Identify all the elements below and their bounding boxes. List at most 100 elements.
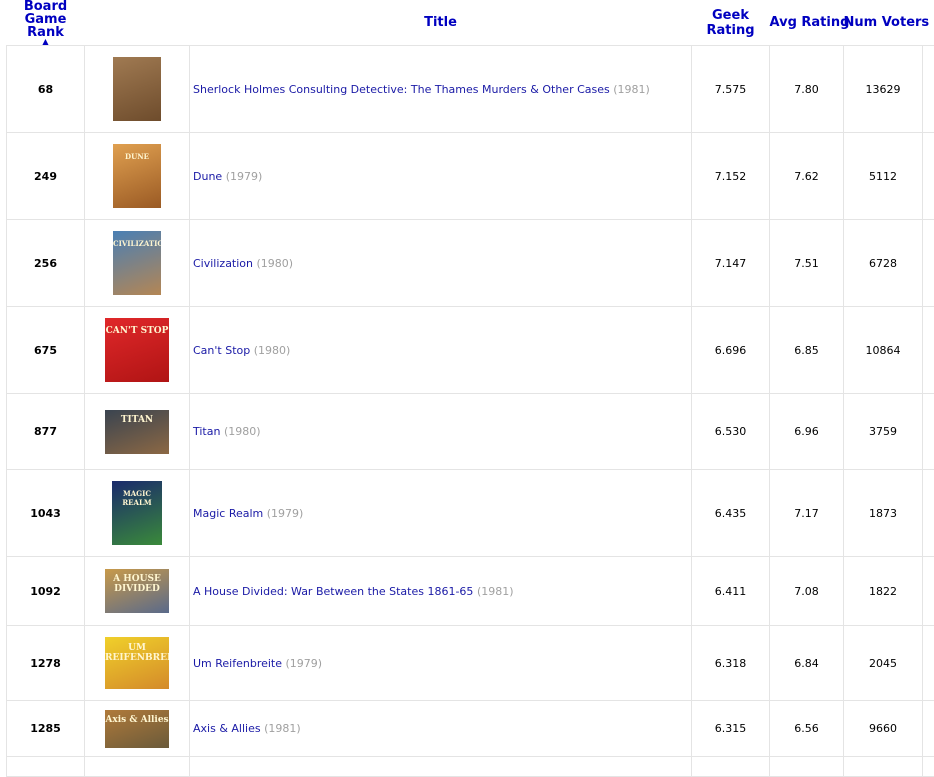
thumbnail-cell: CIVILIZATION <box>85 220 190 307</box>
game-title-link[interactable]: Sherlock Holmes Consulting Detective: Th… <box>193 83 610 96</box>
extra-cell <box>923 626 934 701</box>
title-cell: Titan (1980) <box>190 394 692 470</box>
title-cell: Magic Realm (1979) <box>190 470 692 557</box>
thumbnail-cell <box>85 46 190 133</box>
rank-cell: 1092 <box>7 557 85 626</box>
header-row: Board Game Rank ▲ Title Geek Rating Avg … <box>7 0 934 46</box>
table-row: 877 TITAN Titan (1980) 6.530 6.96 3759 <box>7 394 934 470</box>
geek-rating-cell: 7.152 <box>692 133 770 220</box>
num-voters-cell: 10864 <box>844 307 923 394</box>
title-cell: Civilization (1980) <box>190 220 692 307</box>
extra-cell <box>923 133 934 220</box>
game-year: (1981) <box>264 722 301 735</box>
empty-cell <box>923 757 934 777</box>
game-thumbnail[interactable] <box>113 57 161 121</box>
extra-cell <box>923 220 934 307</box>
table-row: 68 Sherlock Holmes Consulting Detective:… <box>7 46 934 133</box>
avg-rating-cell: 7.17 <box>770 470 844 557</box>
game-title-link[interactable]: Titan <box>193 425 220 438</box>
empty-cell <box>844 757 923 777</box>
game-year: (1981) <box>613 83 650 96</box>
avg-rating-cell: 6.85 <box>770 307 844 394</box>
geek-rating-cell: 6.315 <box>692 701 770 757</box>
game-title-link[interactable]: Dune <box>193 170 222 183</box>
game-title-link[interactable]: Um Reifenbreite <box>193 657 282 670</box>
title-cell: Sherlock Holmes Consulting Detective: Th… <box>190 46 692 133</box>
num-voters-cell: 9660 <box>844 701 923 757</box>
thumbnail-cell: DUNE <box>85 133 190 220</box>
game-year: (1980) <box>257 257 294 270</box>
game-thumbnail[interactable]: DUNE <box>113 144 161 208</box>
num-voters-cell: 6728 <box>844 220 923 307</box>
game-year: (1979) <box>286 657 323 670</box>
extra-cell <box>923 394 934 470</box>
avg-rating-cell: 7.80 <box>770 46 844 133</box>
game-title-link[interactable]: Axis & Allies <box>193 722 261 735</box>
thumbnail-caption: CIVILIZATION <box>113 239 161 248</box>
thumbnail-cell: TITAN <box>85 394 190 470</box>
thumbnail-caption: DUNE <box>113 152 161 161</box>
game-thumbnail[interactable]: TITAN <box>105 410 169 454</box>
table-row <box>7 757 934 777</box>
rank-cell: 68 <box>7 46 85 133</box>
sort-up-icon: ▲ <box>7 39 85 45</box>
game-title-link[interactable]: Magic Realm <box>193 507 263 520</box>
avg-rating-header[interactable]: Avg Rating <box>770 0 844 46</box>
avg-rating-cell: 6.96 <box>770 394 844 470</box>
game-title-link[interactable]: A House Divided: War Between the States … <box>193 585 473 598</box>
extra-cell <box>923 307 934 394</box>
empty-cell <box>85 757 190 777</box>
rank-cell: 1285 <box>7 701 85 757</box>
geek-rating-cell: 6.435 <box>692 470 770 557</box>
rank-header[interactable]: Board Game Rank ▲ <box>7 0 85 46</box>
extra-cell <box>923 557 934 626</box>
num-voters-cell: 1822 <box>844 557 923 626</box>
game-thumbnail[interactable]: MAGIC REALM <box>112 481 162 545</box>
rank-header-line2: Game Rank <box>7 13 85 39</box>
game-thumbnail[interactable]: Axis & Allies <box>105 710 169 748</box>
title-cell: Dune (1979) <box>190 133 692 220</box>
geek-rating-cell: 6.411 <box>692 557 770 626</box>
game-year: (1980) <box>254 344 291 357</box>
game-year: (1979) <box>226 170 263 183</box>
game-thumbnail[interactable]: UM REIFENBREITE <box>105 637 169 689</box>
rank-cell: 675 <box>7 307 85 394</box>
rank-cell: 877 <box>7 394 85 470</box>
rank-cell: 256 <box>7 220 85 307</box>
title-cell: Can't Stop (1980) <box>190 307 692 394</box>
avg-rating-cell: 6.84 <box>770 626 844 701</box>
thumbnail-caption: A HOUSE DIVIDED <box>105 574 169 594</box>
num-voters-cell: 13629 <box>844 46 923 133</box>
extra-cell <box>923 701 934 757</box>
table-row: 1278 UM REIFENBREITE Um Reifenbreite (19… <box>7 626 934 701</box>
rank-cell: 1278 <box>7 626 85 701</box>
num-voters-cell: 2045 <box>844 626 923 701</box>
title-cell: A House Divided: War Between the States … <box>190 557 692 626</box>
thumbnail-cell: MAGIC REALM <box>85 470 190 557</box>
title-header[interactable]: Title <box>190 0 692 46</box>
num-voters-header[interactable]: Num Voters <box>844 0 923 46</box>
geek-rating-cell: 6.318 <box>692 626 770 701</box>
title-cell: Um Reifenbreite (1979) <box>190 626 692 701</box>
game-title-link[interactable]: Can't Stop <box>193 344 250 357</box>
geek-rating-header[interactable]: Geek Rating <box>692 0 770 46</box>
game-year: (1979) <box>267 507 304 520</box>
game-year: (1980) <box>224 425 261 438</box>
rank-cell: 249 <box>7 133 85 220</box>
table-row: 1092 A HOUSE DIVIDED A House Divided: Wa… <box>7 557 934 626</box>
game-thumbnail[interactable]: A HOUSE DIVIDED <box>105 569 169 613</box>
thumbnail-caption: TITAN <box>105 415 169 425</box>
num-voters-cell: 3759 <box>844 394 923 470</box>
thumbnail-caption: UM REIFENBREITE <box>105 643 169 663</box>
game-title-link[interactable]: Civilization <box>193 257 253 270</box>
geek-rating-cell: 7.575 <box>692 46 770 133</box>
avg-rating-cell: 7.62 <box>770 133 844 220</box>
game-thumbnail[interactable]: CAN'T STOP <box>105 318 169 382</box>
table-row: 675 CAN'T STOP Can't Stop (1980) 6.696 6… <box>7 307 934 394</box>
extra-cell <box>923 470 934 557</box>
thumbnail-caption: MAGIC REALM <box>112 489 162 507</box>
extra-cell <box>923 46 934 133</box>
game-thumbnail[interactable]: CIVILIZATION <box>113 231 161 295</box>
geek-rating-cell: 6.696 <box>692 307 770 394</box>
avg-rating-cell: 7.08 <box>770 557 844 626</box>
